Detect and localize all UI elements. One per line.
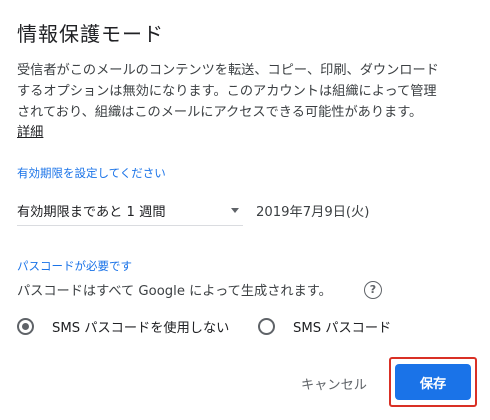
radio-label: SMS パスコード [293, 321, 392, 336]
help-icon[interactable]: ? [364, 281, 382, 299]
cancel-button[interactable]: キャンセル [286, 365, 382, 401]
radio-unselected-icon [258, 318, 275, 335]
description: 受信者がこのメールのコンテンツを転送、コピー、印刷、ダウンロード するオプション… [17, 60, 487, 123]
passcode-section-label: パスコードが必要です [17, 259, 132, 273]
chevron-down-icon [231, 208, 239, 213]
radio-selected-icon [17, 318, 34, 335]
expiration-select-value: 有効期限まであと 1 週間 [17, 205, 166, 220]
description-line: するオプションは無効になります。このアカウントは組織によって管理 [17, 84, 437, 99]
radio-sms[interactable]: SMS パスコード [258, 317, 391, 336]
expiration-select[interactable]: 有効期限まであと 1 週間 [17, 197, 243, 226]
description-line: 受信者がこのメールのコンテンツを転送、コピー、印刷、ダウンロード [17, 63, 439, 78]
save-button[interactable]: 保存 [395, 364, 471, 400]
expiration-section-label: 有効期限を設定してください [17, 166, 166, 180]
page-title: 情報保護モード [17, 22, 164, 46]
radio-label: SMS パスコードを使用しない [52, 321, 230, 336]
description-line: されており、組織はこのメールにアクセスできる可能性があります。 [17, 105, 423, 120]
radio-no-sms[interactable]: SMS パスコードを使用しない [17, 317, 229, 336]
learn-more-link[interactable]: 詳細 [17, 121, 43, 140]
expiration-date: 2019年7月9日(火) [256, 205, 370, 220]
passcode-info: パスコードはすべて Google によって生成されます。 [17, 284, 332, 299]
